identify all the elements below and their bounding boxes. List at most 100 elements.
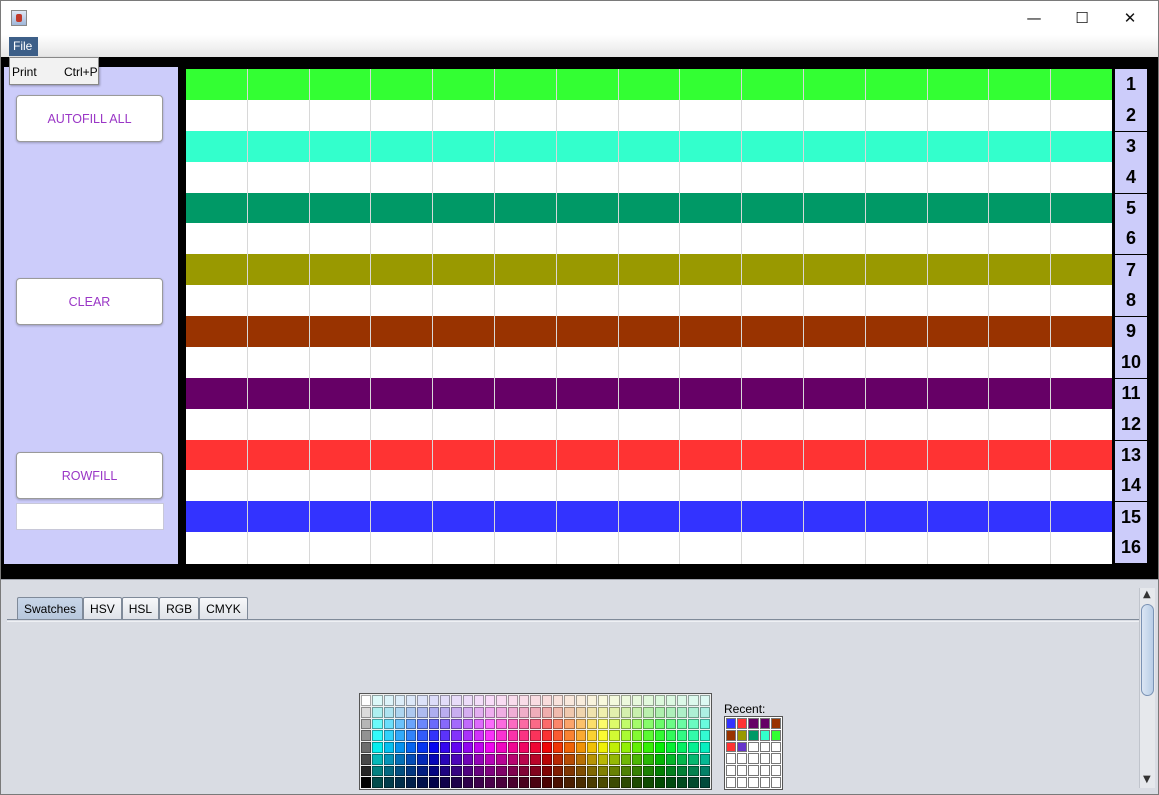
grid-cell[interactable] xyxy=(866,377,928,410)
recent-swatch[interactable] xyxy=(759,718,770,729)
swatch-cell[interactable] xyxy=(519,777,530,788)
swatch-cell[interactable] xyxy=(496,730,507,741)
swatch-cell[interactable] xyxy=(530,765,541,777)
grid-cell[interactable] xyxy=(186,69,248,101)
swatch-cell[interactable] xyxy=(406,777,417,788)
grid-cell[interactable] xyxy=(989,130,1052,163)
grid-cell[interactable] xyxy=(680,408,743,440)
swatch-cell[interactable] xyxy=(552,730,564,741)
swatch-cell[interactable] xyxy=(485,730,496,741)
swatch-cell[interactable] xyxy=(485,706,496,718)
grid-cell[interactable] xyxy=(433,223,495,255)
grid-cell[interactable] xyxy=(557,408,619,440)
minimize-button[interactable]: — xyxy=(1010,1,1058,35)
swatch-cell[interactable] xyxy=(654,730,665,741)
swatch-cell[interactable] xyxy=(507,765,519,777)
swatch-cell[interactable] xyxy=(631,695,643,706)
grid-cell[interactable] xyxy=(310,223,372,255)
grid-cell[interactable] xyxy=(1051,100,1112,131)
grid-cell[interactable] xyxy=(989,223,1052,255)
grid-cell[interactable] xyxy=(680,192,743,224)
swatch-cell[interactable] xyxy=(462,706,473,718)
grid-cell[interactable] xyxy=(989,346,1052,379)
grid-cell[interactable] xyxy=(866,192,928,224)
grid-cell[interactable] xyxy=(248,470,310,502)
recent-swatch[interactable] xyxy=(737,777,748,788)
swatch-cell[interactable] xyxy=(552,706,564,718)
swatch-cell[interactable] xyxy=(541,718,552,730)
swatch-cell[interactable] xyxy=(451,695,462,706)
grid-cell[interactable] xyxy=(557,346,619,379)
recent-swatch[interactable] xyxy=(770,741,781,753)
grid-cell[interactable] xyxy=(1051,316,1112,347)
grid-cell[interactable] xyxy=(928,285,990,317)
swatch-cell[interactable] xyxy=(519,730,530,741)
swatch-cell[interactable] xyxy=(699,706,710,718)
grid-cell[interactable] xyxy=(310,346,372,379)
recent-swatch[interactable] xyxy=(726,718,737,729)
swatch-cell[interactable] xyxy=(473,695,485,706)
swatch-cell[interactable] xyxy=(688,718,699,730)
swatch-cell[interactable] xyxy=(417,695,428,706)
swatch-cell[interactable] xyxy=(541,765,552,777)
swatch-cell[interactable] xyxy=(688,730,699,741)
grid-cell[interactable] xyxy=(989,99,1052,132)
swatch-cell[interactable] xyxy=(654,765,665,777)
swatch-cell[interactable] xyxy=(677,777,688,788)
grid-cell[interactable] xyxy=(495,470,557,502)
swatch-cell[interactable] xyxy=(496,718,507,730)
swatch-cell[interactable] xyxy=(552,742,564,753)
swatch-cell[interactable] xyxy=(440,742,451,753)
swatch-cell[interactable] xyxy=(485,718,496,730)
recent-swatch[interactable] xyxy=(770,729,781,741)
recent-swatch[interactable] xyxy=(759,765,770,777)
scrollbar-thumb[interactable] xyxy=(1141,604,1154,696)
swatch-cell[interactable] xyxy=(552,765,564,777)
grid-cell[interactable] xyxy=(866,501,928,533)
grid-cell[interactable] xyxy=(310,69,372,101)
grid-cell[interactable] xyxy=(866,161,928,193)
swatch-cell[interactable] xyxy=(462,742,473,753)
swatch-cell[interactable] xyxy=(406,753,417,765)
grid-cell[interactable] xyxy=(804,99,866,132)
grid-cell[interactable] xyxy=(619,316,681,348)
swatch-cell[interactable] xyxy=(361,718,372,730)
swatch-cell[interactable] xyxy=(552,777,564,788)
swatch-cell[interactable] xyxy=(643,730,654,741)
swatch-cell[interactable] xyxy=(643,742,654,753)
swatch-cell[interactable] xyxy=(473,718,485,730)
swatch-cell[interactable] xyxy=(609,706,620,718)
swatch-cell[interactable] xyxy=(507,742,519,753)
grid-cell[interactable] xyxy=(680,470,743,502)
swatch-cell[interactable] xyxy=(428,765,440,777)
swatch-cell[interactable] xyxy=(665,765,677,777)
swatch-cell[interactable] xyxy=(406,742,417,753)
swatch-cell[interactable] xyxy=(473,706,485,718)
grid-cell[interactable] xyxy=(557,501,619,533)
grid-cell[interactable] xyxy=(804,223,866,255)
grid-cell[interactable] xyxy=(186,316,248,348)
grid-cell[interactable] xyxy=(619,223,681,255)
swatch-cell[interactable] xyxy=(428,706,440,718)
swatch-cell[interactable] xyxy=(440,765,451,777)
swatch-cell[interactable] xyxy=(643,753,654,765)
swatch-cell[interactable] xyxy=(620,742,631,753)
grid-cell[interactable] xyxy=(248,192,310,224)
swatch-cell[interactable] xyxy=(372,695,383,706)
swatch-cell[interactable] xyxy=(654,718,665,730)
grid-cell[interactable] xyxy=(742,69,804,101)
swatch-cell[interactable] xyxy=(564,718,575,730)
swatch-cell[interactable] xyxy=(677,695,688,706)
swatch-cell[interactable] xyxy=(598,753,609,765)
grid-cell[interactable] xyxy=(866,439,928,471)
swatch-cell[interactable] xyxy=(643,718,654,730)
grid-cell[interactable] xyxy=(742,254,804,286)
swatch-cell[interactable] xyxy=(507,730,519,741)
swatch-cell[interactable] xyxy=(383,753,394,765)
grid-cell[interactable] xyxy=(742,192,804,224)
swatch-cell[interactable] xyxy=(677,730,688,741)
grid-cell[interactable] xyxy=(928,69,990,101)
swatch-cell[interactable] xyxy=(631,730,643,741)
swatch-cell[interactable] xyxy=(361,706,372,718)
swatch-cell[interactable] xyxy=(688,742,699,753)
